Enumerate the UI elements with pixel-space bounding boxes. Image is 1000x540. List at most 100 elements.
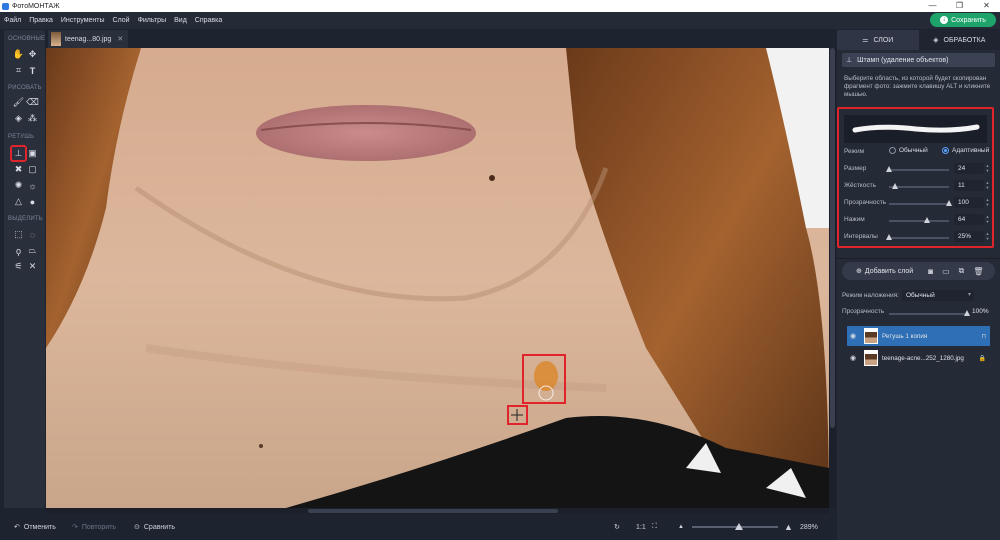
section-basic: ОСНОВНЫЕ xyxy=(8,36,46,42)
interval-slider-knob[interactable] xyxy=(886,234,892,240)
compare-button[interactable]: ⊙ Сравнить xyxy=(134,523,175,532)
shapes-tool-icon[interactable]: ⁂ xyxy=(26,112,39,125)
vertical-scroll-thumb[interactable] xyxy=(830,48,835,428)
frame-tool-icon[interactable]: ▢ xyxy=(26,163,39,176)
sharpen-tool-icon[interactable]: △ xyxy=(12,195,25,208)
brightness-tool-icon[interactable]: ☼ xyxy=(26,179,39,192)
pressure-input[interactable]: 64 xyxy=(954,214,984,225)
horizontal-scroll-thumb[interactable] xyxy=(308,509,558,513)
add-layer-button[interactable]: ⊕ Добавить слой xyxy=(856,267,913,276)
panel-tabs: ⚌ СЛОИ ◈ ОБРАБОТКА xyxy=(837,30,1000,50)
brush-tool-icon[interactable]: 🖌 xyxy=(12,96,25,109)
interval-spinner[interactable]: ▲ ▼ xyxy=(985,231,990,242)
blend-mode-select[interactable]: Обычный ▾ xyxy=(901,290,974,301)
tab-layers-label: СЛОИ xyxy=(873,36,894,44)
folder-icon[interactable]: ▭ xyxy=(942,267,950,276)
pressure-spinner[interactable]: ▲ ▼ xyxy=(985,214,990,225)
crop-tool-icon[interactable]: ⌗ xyxy=(12,64,25,77)
lock-icon[interactable]: 🔒 xyxy=(979,355,986,362)
ellipse-select-icon[interactable]: ◌ xyxy=(26,228,39,241)
undo-button[interactable]: ↶ Отменить xyxy=(14,523,56,532)
stamp-tool-button[interactable]: ⊥ Штамп (удаление объектов) xyxy=(842,53,995,67)
document-tab[interactable]: teenag...80.jpg ✕ xyxy=(48,30,128,48)
layer-item-retouch[interactable]: ◉ Ретушь 1 копия ⊓ xyxy=(847,326,990,346)
magic-select-icon[interactable]: ⚟ xyxy=(12,260,25,273)
menu-tools[interactable]: Инструменты xyxy=(61,17,105,24)
interval-slider[interactable] xyxy=(889,237,949,239)
hardness-slider[interactable] xyxy=(889,186,949,188)
hardness-input[interactable]: 11 xyxy=(954,180,984,191)
menu-file[interactable]: Файл xyxy=(4,17,21,24)
rect-select-icon[interactable]: ⬚ xyxy=(12,228,25,241)
stamp-icon: ⊥ xyxy=(846,57,853,64)
menu-edit[interactable]: Правка xyxy=(29,17,53,24)
close-tab-icon[interactable]: ✕ xyxy=(117,35,123,43)
transparency-slider[interactable] xyxy=(889,203,949,205)
hardness-slider-knob[interactable] xyxy=(892,183,898,189)
trash-icon[interactable]: 🗑 xyxy=(973,267,983,276)
mode-normal-radio[interactable]: Обычный xyxy=(889,147,928,154)
unlock-icon[interactable]: ⊓ xyxy=(981,333,986,340)
hand-tool-icon[interactable]: ✋ xyxy=(12,48,25,61)
mode-adaptive-radio[interactable]: Адаптивный xyxy=(942,147,989,154)
layer-item-base[interactable]: ◉ teenage-acne...252_1280.jpg 🔒 xyxy=(847,348,990,368)
save-icon: ↓ xyxy=(940,16,949,24)
move-tool-icon[interactable]: ✥ xyxy=(26,48,39,61)
duplicate-icon[interactable]: ⧉ xyxy=(959,266,965,276)
document-tab-name: teenag...80.jpg xyxy=(65,35,112,43)
dodge-tool-icon[interactable]: ✺ xyxy=(12,179,25,192)
healing-tool-icon[interactable]: ✖ xyxy=(12,163,25,176)
zoom-out-icon[interactable]: ▲ xyxy=(678,524,684,530)
interval-input[interactable]: 25% xyxy=(954,231,984,242)
pressure-slider[interactable] xyxy=(889,220,949,222)
eye-icon[interactable]: ◉ xyxy=(850,354,860,362)
patch-tool-icon[interactable]: ▣ xyxy=(26,147,39,160)
compare-icon: ⊙ xyxy=(134,524,140,531)
polygon-select-icon[interactable]: ⏢ xyxy=(26,244,39,257)
maximize-button[interactable]: ❐ xyxy=(946,0,973,12)
image-canvas[interactable] xyxy=(46,48,829,508)
mask-icon[interactable]: ◙ xyxy=(928,267,933,276)
save-button[interactable]: ↓ Сохранить xyxy=(930,13,996,27)
layer-opacity-knob[interactable] xyxy=(964,310,970,316)
document-tabbar: teenag...80.jpg ✕ xyxy=(46,30,836,48)
layer-opacity-slider[interactable] xyxy=(889,313,969,315)
tab-layers[interactable]: ⚌ СЛОИ xyxy=(837,30,919,50)
fill-tool-icon[interactable]: ◈ xyxy=(12,112,25,125)
eraser-tool-icon[interactable]: ⌫ xyxy=(26,96,39,109)
pressure-slider-knob[interactable] xyxy=(924,217,931,223)
redo-button[interactable]: ↷ Повторить xyxy=(72,523,116,532)
tab-processing[interactable]: ◈ ОБРАБОТКА xyxy=(918,30,1000,50)
text-tool-icon[interactable]: T xyxy=(26,64,39,77)
zoom-in-icon[interactable]: ▲ xyxy=(784,522,793,532)
layer-opacity-label: Прозрачность xyxy=(842,308,885,315)
blur-tool-icon[interactable]: ● xyxy=(26,195,39,208)
lasso-select-icon[interactable]: ϙ xyxy=(12,244,25,257)
zoom-slider-knob[interactable] xyxy=(735,523,744,530)
save-button-label: Сохранить xyxy=(951,16,986,24)
section-select: ВЫДЕЛИТЬ xyxy=(8,216,43,222)
size-spinner[interactable]: ▲ ▼ xyxy=(985,163,990,174)
transparency-label: Прозрачность xyxy=(844,199,887,206)
eye-icon[interactable]: ◉ xyxy=(850,332,860,340)
vertical-scrollbar[interactable] xyxy=(829,48,836,508)
transparency-input[interactable]: 100 xyxy=(954,197,984,208)
ratio-button[interactable]: 1:1 xyxy=(636,524,646,531)
menu-view[interactable]: Вид xyxy=(174,17,187,24)
magic-wand-icon[interactable]: ✕ xyxy=(26,260,39,273)
fit-screen-icon[interactable]: ⛶ xyxy=(652,523,657,531)
stamp-tool-icon[interactable]: ⊥ xyxy=(10,145,27,162)
close-window-button[interactable]: ✕ xyxy=(973,0,1000,12)
size-slider-knob[interactable] xyxy=(886,166,892,172)
transparency-slider-knob[interactable] xyxy=(946,200,952,206)
reset-icon[interactable]: ↻ xyxy=(614,523,620,531)
menu-layer[interactable]: Слой xyxy=(113,17,130,24)
size-input[interactable]: 24 xyxy=(954,163,984,174)
hardness-spinner[interactable]: ▲ ▼ xyxy=(985,180,990,191)
minimize-button[interactable]: — xyxy=(919,0,946,12)
menu-help[interactable]: Справка xyxy=(195,17,222,24)
size-slider[interactable] xyxy=(889,169,949,171)
title-bar: ФотоМОНТАЖ — ❐ ✕ xyxy=(0,0,1000,12)
menu-filters[interactable]: Фильтры xyxy=(138,17,167,24)
transparency-spinner[interactable]: ▲ ▼ xyxy=(985,197,990,208)
